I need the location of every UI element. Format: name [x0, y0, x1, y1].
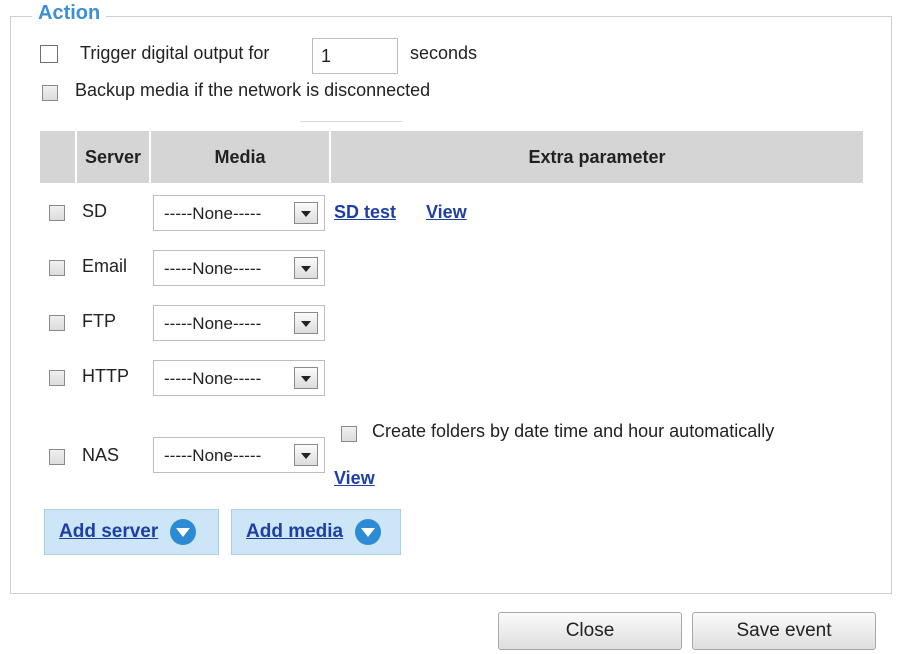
chevron-down-circle-icon	[355, 519, 382, 545]
trigger-seconds-input[interactable]	[312, 38, 398, 74]
header-extra-parameter: Extra parameter	[331, 131, 863, 183]
media-select-ftp[interactable]: -----None-----	[153, 305, 325, 341]
server-name-sd: SD	[82, 201, 108, 221]
dropdown-arrow-icon[interactable]	[294, 312, 318, 334]
add-server-label: Add server	[59, 521, 159, 542]
save-event-button[interactable]: Save event	[692, 612, 876, 650]
header-server: Server	[77, 131, 149, 183]
server-checkbox-email[interactable]	[49, 260, 65, 276]
close-button[interactable]: Close	[498, 612, 682, 650]
action-fieldset	[10, 16, 892, 594]
server-checkbox-http[interactable]	[49, 370, 65, 386]
add-media-label: Add media	[246, 521, 344, 542]
sd-view-link[interactable]: View	[426, 202, 467, 223]
chevron-down-circle-icon	[170, 519, 197, 545]
server-checkbox-nas[interactable]	[49, 449, 65, 465]
create-folders-checkbox[interactable]	[341, 426, 357, 442]
media-select-value: -----None-----	[164, 314, 262, 333]
media-select-value: -----None-----	[164, 369, 262, 388]
backup-media-label: Backup media if the network is disconnec…	[75, 80, 431, 100]
nas-view-link[interactable]: View	[334, 468, 375, 489]
media-select-nas[interactable]: -----None-----	[153, 437, 325, 473]
seconds-label: seconds	[410, 43, 478, 63]
sd-test-link[interactable]: SD test	[334, 202, 396, 223]
header-checkbox-col	[40, 131, 75, 183]
backup-media-checkbox[interactable]	[42, 85, 58, 101]
dropdown-arrow-icon[interactable]	[294, 367, 318, 389]
media-select-http[interactable]: -----None-----	[153, 360, 325, 396]
dropdown-arrow-icon[interactable]	[294, 202, 318, 224]
media-select-value: -----None-----	[164, 259, 262, 278]
separator-line	[300, 121, 402, 122]
add-server-button[interactable]: Add server	[44, 509, 219, 555]
header-media: Media	[151, 131, 329, 183]
server-name-nas: NAS	[82, 445, 120, 465]
server-name-http: HTTP	[82, 366, 129, 386]
trigger-output-checkbox[interactable]	[40, 45, 58, 63]
media-select-value: -----None-----	[164, 204, 262, 223]
server-checkbox-sd[interactable]	[49, 205, 65, 221]
media-select-email[interactable]: -----None-----	[153, 250, 325, 286]
create-folders-label: Create folders by date time and hour aut…	[372, 421, 775, 441]
action-legend: Action	[32, 2, 107, 25]
server-checkbox-ftp[interactable]	[49, 315, 65, 331]
server-name-ftp: FTP	[82, 311, 116, 331]
server-name-email: Email	[82, 256, 128, 276]
media-select-value: -----None-----	[164, 446, 262, 465]
media-select-sd[interactable]: -----None-----	[153, 195, 325, 231]
add-media-button[interactable]: Add media	[231, 509, 401, 555]
dropdown-arrow-icon[interactable]	[294, 257, 318, 279]
trigger-output-label: Trigger digital output for	[80, 43, 270, 63]
dropdown-arrow-icon[interactable]	[294, 444, 318, 466]
